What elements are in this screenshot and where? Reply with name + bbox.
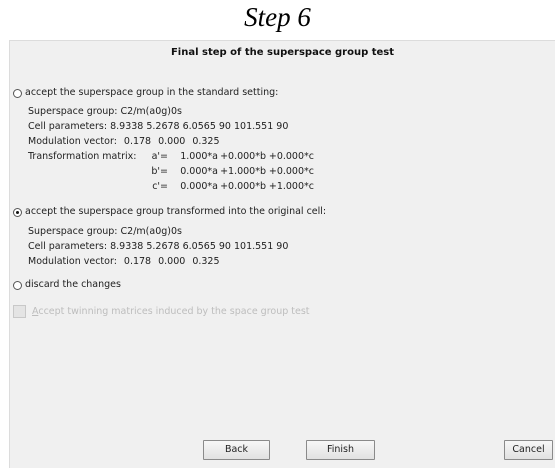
modulation-vector-label: Modulation vector: xyxy=(28,256,117,267)
matrix-c-term3: +1.000*c xyxy=(268,181,314,192)
radio-discard-changes-label[interactable]: discard the changes xyxy=(25,279,121,291)
original-superspace-group: Superspace group: C2/m(a0g)0s xyxy=(28,226,182,237)
back-button[interactable]: Back xyxy=(203,440,270,460)
radio-original-cell-label[interactable]: accept the superspace group transformed … xyxy=(25,206,326,218)
modulation-q1: 0.178 xyxy=(123,256,152,267)
matrix-row-a-name: a'= xyxy=(151,151,168,162)
finish-button[interactable]: Finish xyxy=(306,440,375,460)
matrix-c-term2: +0.000*b xyxy=(220,181,266,192)
dialog-title: Final step of the superspace group test xyxy=(170,47,395,58)
matrix-row-a-terms: 1.000*a +0.000*b +0.000*c xyxy=(178,151,314,163)
matrix-b-term3: +0.000*c xyxy=(268,166,314,177)
radio-standard-setting[interactable] xyxy=(13,89,22,98)
step-caption: Step 6 xyxy=(244,2,311,32)
original-modulation-vector: Modulation vector: 0.178 0.000 0.325 xyxy=(28,256,220,268)
radio-original-cell[interactable] xyxy=(13,208,22,217)
standard-modulation-vector: Modulation vector: 0.178 0.000 0.325 xyxy=(28,136,220,148)
matrix-a-term3: +0.000*c xyxy=(268,151,314,162)
modulation-q3: 0.325 xyxy=(192,256,220,267)
matrix-a-term1: 1.000*a xyxy=(180,151,218,162)
superspace-test-dialog: Final step of the superspace group test … xyxy=(9,40,555,468)
twinning-checkbox-label[interactable]: Accept twinning matrices induced by the … xyxy=(32,306,310,318)
matrix-row-c-name: c'= xyxy=(152,181,168,192)
radio-standard-setting-label[interactable]: accept the superspace group in the stand… xyxy=(25,87,278,99)
original-cell-parameters: Cell parameters: 8.9338 5.2678 6.0565 90… xyxy=(28,241,289,252)
matrix-row-c-terms: 0.000*a +0.000*b +1.000*c xyxy=(178,181,314,193)
matrix-row-b-terms: 0.000*a +1.000*b +0.000*c xyxy=(178,166,314,178)
standard-cell-parameters: Cell parameters: 8.9338 5.2678 6.0565 90… xyxy=(28,121,289,132)
modulation-q3: 0.325 xyxy=(192,136,220,147)
matrix-a-term2: +0.000*b xyxy=(220,151,266,162)
matrix-c-term1: 0.000*a xyxy=(180,181,218,192)
twinning-label-rest: ccept twinning matrices induced by the s… xyxy=(38,306,310,317)
modulation-q2: 0.000 xyxy=(158,136,186,147)
modulation-vector-label: Modulation vector: xyxy=(28,136,117,147)
twinning-checkbox[interactable] xyxy=(13,305,26,318)
transformation-matrix-label: Transformation matrix: xyxy=(28,151,137,162)
radio-discard-changes[interactable] xyxy=(13,281,22,290)
matrix-row-b-name: b'= xyxy=(151,166,168,177)
matrix-b-term1: 0.000*a xyxy=(180,166,218,177)
cancel-button[interactable]: Cancel xyxy=(504,440,553,460)
modulation-q1: 0.178 xyxy=(123,136,152,147)
matrix-b-term2: +1.000*b xyxy=(220,166,266,177)
standard-superspace-group: Superspace group: C2/m(a0g)0s xyxy=(28,106,182,117)
modulation-q2: 0.000 xyxy=(158,256,186,267)
